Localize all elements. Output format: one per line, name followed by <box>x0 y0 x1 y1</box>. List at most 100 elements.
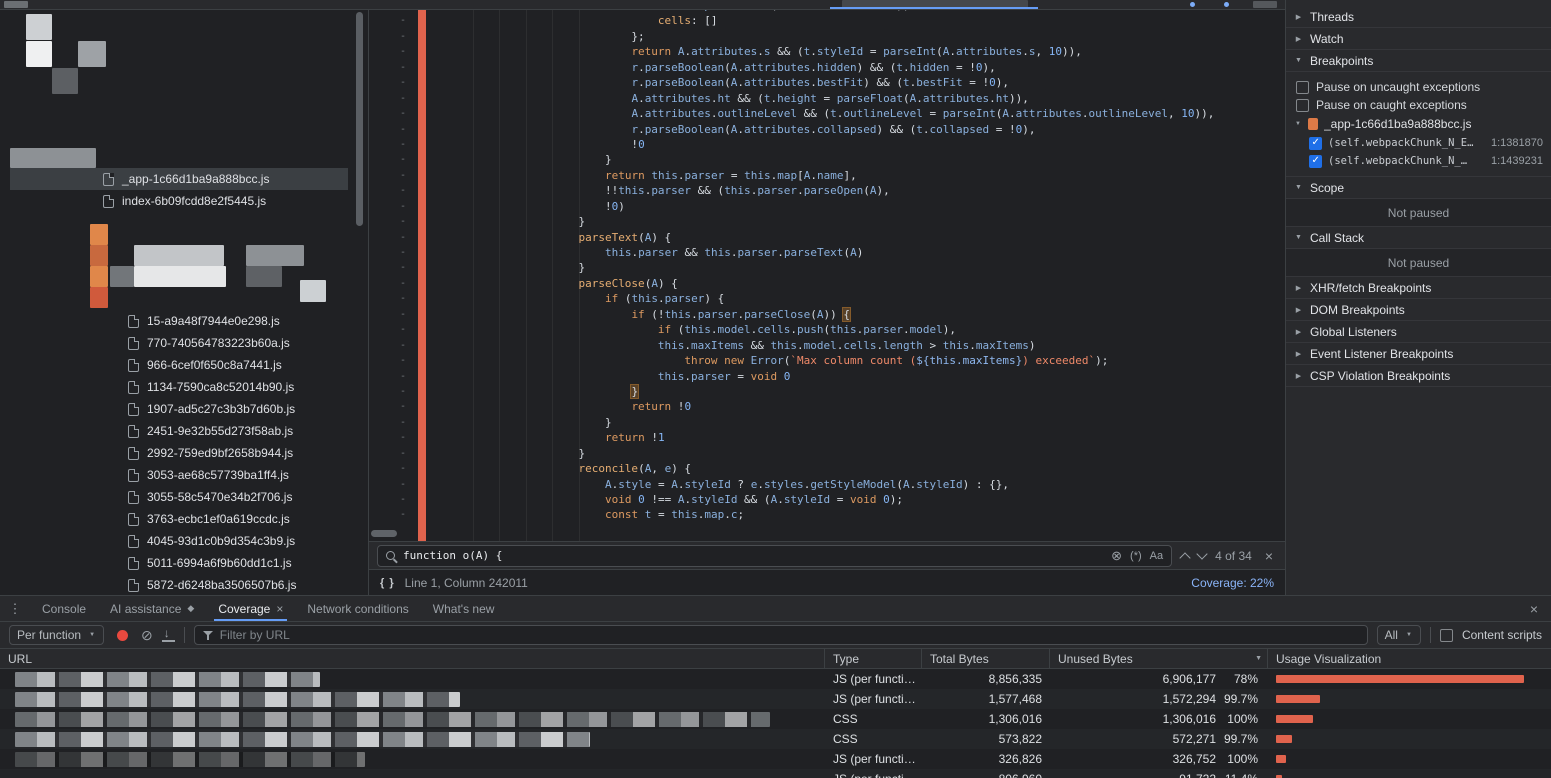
content-scripts-checkbox[interactable] <box>1440 629 1453 642</box>
clear-search-icon[interactable]: ⊗ <box>1111 548 1122 564</box>
sidebar-section-header[interactable]: ▶ Global Listeners <box>1286 321 1551 343</box>
line-number-gutter[interactable]: - <box>369 291 418 306</box>
line-number-gutter[interactable]: - <box>369 399 418 414</box>
pretty-print-icon[interactable]: { } <box>380 577 395 589</box>
file-tree-item[interactable]: 3055-58c5470e34b2f706.js <box>0 486 368 508</box>
file-tree-item[interactable]: _app-1c66d1ba9a888bcc.js <box>0 168 368 190</box>
file-tree-item[interactable]: 4045-93d1c0b9d354c3b9.js <box>0 530 368 552</box>
search-input[interactable]: function o(A) { ⊗ (*) Aa <box>377 545 1172 567</box>
line-number-gutter[interactable]: - <box>369 91 418 106</box>
sidebar-section-header[interactable]: ▶ XHR/fetch Breakpoints <box>1286 277 1551 299</box>
drawer-tab[interactable]: Network conditions <box>295 596 420 621</box>
record-button[interactable] <box>117 630 128 641</box>
line-number-gutter[interactable]: - <box>369 168 418 183</box>
line-number-gutter[interactable]: - <box>369 384 418 399</box>
column-header-type[interactable]: Type <box>825 649 922 668</box>
coverage-table-row[interactable]: JS (per functi… 326,826 326,752 100% <box>0 749 1551 769</box>
line-number-gutter[interactable]: - <box>369 307 418 322</box>
drawer-menu-icon[interactable]: ⋮ <box>0 601 30 617</box>
section-scope[interactable]: ▼ Scope <box>1286 177 1551 199</box>
breakpoint-entry[interactable]: (self.webpackChunk_N_E… 1:1381870 <box>1286 134 1551 152</box>
line-number-gutter[interactable]: - <box>369 507 418 522</box>
line-number-gutter[interactable]: - <box>369 214 418 229</box>
line-number-gutter[interactable]: - <box>369 183 418 198</box>
line-number-gutter[interactable]: - <box>369 29 418 44</box>
column-header-total-bytes[interactable]: Total Bytes <box>922 649 1050 668</box>
line-number-gutter[interactable]: - <box>369 338 418 353</box>
section-call-stack[interactable]: ▼ Call Stack <box>1286 227 1551 249</box>
devtools-tab-strip[interactable] <box>0 0 1285 10</box>
type-filter-select[interactable]: All ▼ <box>1377 625 1421 645</box>
pause-uncaught-exceptions-row[interactable]: Pause on uncaught exceptions <box>1286 78 1551 96</box>
line-number-gutter[interactable]: - <box>369 369 418 384</box>
coverage-table-row[interactable]: CSS 1,306,016 1,306,016 100% <box>0 709 1551 729</box>
coverage-table-row[interactable]: CSS 573,822 572,271 99.7% <box>0 729 1551 749</box>
coverage-table-row[interactable]: JS (per functi… 1,577,468 1,572,294 99.7… <box>0 689 1551 709</box>
close-drawer-icon[interactable]: × <box>1517 601 1551 617</box>
line-number-gutter[interactable]: - <box>369 430 418 445</box>
line-number-gutter[interactable]: - <box>369 137 418 152</box>
line-number-gutter[interactable]: - <box>369 245 418 260</box>
sidebar-section-header[interactable]: ▶ CSP Violation Breakpoints <box>1286 365 1551 387</box>
file-tree-item[interactable]: 966-6cef0f650c8a7441.js <box>0 354 368 376</box>
editor-horizontal-scrollbar[interactable] <box>371 530 397 537</box>
section-breakpoints[interactable]: ▼ Breakpoints <box>1286 50 1551 72</box>
file-tree-item[interactable]: 770-740564783223b60a.js <box>0 332 368 354</box>
drawer-tab[interactable]: AI assistance ◆ <box>98 596 206 621</box>
line-number-gutter[interactable]: - <box>369 276 418 291</box>
sidebar-section-header[interactable]: ▶ Watch <box>1286 28 1551 50</box>
line-number-gutter[interactable]: - <box>369 260 418 275</box>
line-number-gutter[interactable]: - <box>369 13 418 28</box>
line-number-gutter[interactable]: - <box>369 75 418 90</box>
file-tree-item[interactable]: index-6b09fcdd8e2f5445.js <box>0 190 368 212</box>
column-header-url[interactable]: URL <box>0 649 825 668</box>
line-number-gutter[interactable]: - <box>369 353 418 368</box>
regex-toggle-button[interactable]: (*) <box>1130 550 1142 562</box>
drawer-tab[interactable]: Coverage × <box>206 596 295 621</box>
line-number-gutter[interactable]: - <box>369 60 418 75</box>
pause-uncaught-checkbox[interactable] <box>1296 81 1309 94</box>
match-case-toggle-button[interactable]: Aa <box>1150 550 1163 562</box>
line-number-gutter[interactable]: - <box>369 461 418 476</box>
breakpoint-entry[interactable]: (self.webpackChunk_N_… 1:1439231 <box>1286 152 1551 170</box>
file-tree-item[interactable]: 3053-ae68c57739ba1ff4.js <box>0 464 368 486</box>
column-header-usage-visualization[interactable]: Usage Visualization <box>1268 649 1551 668</box>
column-header-unused-bytes[interactable]: Unused Bytes ▼ <box>1050 649 1268 668</box>
file-tree-item[interactable]: 5872-d6248ba3506507b6.js <box>0 574 368 595</box>
sidebar-section-header[interactable]: ▶ DOM Breakpoints <box>1286 299 1551 321</box>
line-number-gutter[interactable]: - <box>369 415 418 430</box>
breakpoint-checkbox[interactable] <box>1309 137 1322 150</box>
file-tree-item[interactable]: 2451-9e32b55d273f58ab.js <box>0 420 368 442</box>
search-query[interactable]: function o(A) { <box>403 549 1103 562</box>
file-tree-item[interactable]: 1134-7590ca8c52014b90.js <box>0 376 368 398</box>
file-tree-item[interactable]: 1907-ad5c27c3b3b7d60b.js <box>0 398 368 420</box>
file-tree-item[interactable]: 3763-ecbc1ef0a619ccdc.js <box>0 508 368 530</box>
coverage-link[interactable]: Coverage: 22% <box>1191 576 1274 590</box>
coverage-table-row[interactable]: JS (per functi… 806,960 91,722 11.4% <box>0 769 1551 778</box>
line-number-gutter[interactable]: - <box>369 44 418 59</box>
breakpoint-checkbox[interactable] <box>1309 155 1322 168</box>
clear-coverage-icon[interactable]: ⊘ <box>141 627 153 644</box>
line-number-gutter[interactable]: - <box>369 230 418 245</box>
navigator-scrollbar[interactable] <box>356 12 363 226</box>
code-editor[interactable]: - width: parseFloat(A.attributes.width),… <box>369 10 1285 541</box>
export-icon[interactable]: ↓ <box>162 629 175 642</box>
line-number-gutter[interactable]: - <box>369 199 418 214</box>
url-filter-input[interactable]: Filter by URL <box>194 625 1368 645</box>
line-number-gutter[interactable]: - <box>369 122 418 137</box>
pause-caught-exceptions-row[interactable]: Pause on caught exceptions <box>1286 96 1551 114</box>
close-tab-icon[interactable]: × <box>276 602 283 616</box>
previous-match-button[interactable] <box>1179 552 1190 563</box>
drawer-tab[interactable]: What's new <box>421 596 507 621</box>
next-match-button[interactable] <box>1196 548 1207 559</box>
sidebar-section-header[interactable]: ▶ Threads <box>1286 6 1551 28</box>
line-number-gutter[interactable]: - <box>369 446 418 461</box>
file-tree-item[interactable]: 5011-6994a6f9b60dd1c1.js <box>0 552 368 574</box>
file-tree-item[interactable]: 2992-759ed9bf2658b944.js <box>0 442 368 464</box>
line-number-gutter[interactable]: - <box>369 322 418 337</box>
drawer-tab[interactable]: Console <box>30 596 98 621</box>
file-tree-item[interactable]: 15-a9a48f7944e0e298.js <box>0 310 368 332</box>
line-number-gutter[interactable]: - <box>369 492 418 507</box>
line-number-gutter[interactable]: - <box>369 477 418 492</box>
sidebar-section-header[interactable]: ▶ Event Listener Breakpoints <box>1286 343 1551 365</box>
